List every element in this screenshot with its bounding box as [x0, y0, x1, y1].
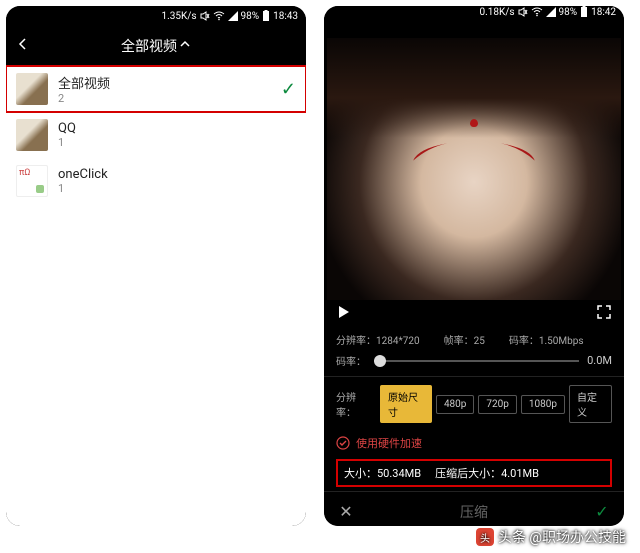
clock-text: 18:43: [273, 11, 298, 22]
resolution-chip[interactable]: 480p: [436, 395, 474, 414]
bitrate-slider[interactable]: [374, 360, 579, 362]
hw-accel-row[interactable]: 使用硬件加速: [324, 431, 624, 455]
check-icon: ✓: [281, 79, 296, 100]
back-icon[interactable]: [16, 37, 30, 55]
folder-thumb: [16, 73, 48, 105]
cancel-button[interactable]: ✕: [324, 502, 368, 521]
battery-text: 98%: [559, 7, 578, 18]
wifi-icon: [531, 7, 543, 17]
toutiao-icon: 头: [476, 528, 494, 546]
chevron-up-icon[interactable]: [179, 38, 191, 54]
mute-icon: [200, 11, 210, 21]
status-bar: 0.18K/s 98% 18:42: [324, 6, 624, 18]
fullscreen-icon[interactable]: [596, 304, 612, 324]
folder-name: oneClick: [58, 167, 296, 182]
editor-area: 分辨率：1284*720 帧率：25 码率：1.50Mbps 码率： 0.0M …: [324, 18, 624, 526]
folder-row[interactable]: oneClick 1: [6, 158, 306, 204]
video-preview: [324, 18, 624, 328]
play-icon[interactable]: [336, 304, 352, 324]
video-info: 分辨率：1284*720 帧率：25 码率：1.50Mbps: [324, 328, 624, 351]
bitrate-label: 码率：: [336, 353, 366, 368]
resolution-row: 分辨率： 原始尺寸 480p 720p 1080p 自定义: [324, 377, 624, 431]
folder-name: 全部视频: [58, 73, 271, 92]
mute-icon: [518, 7, 528, 17]
watermark: 头 头条 @职场办公技能: [476, 527, 626, 547]
resolution-chip[interactable]: 720p: [478, 395, 516, 414]
status-bar: 1.35K/s 98% 18:43: [6, 6, 306, 26]
signal-icon: [546, 7, 556, 17]
clock-text: 18:42: [591, 7, 616, 18]
header-bar: 全部视频: [6, 26, 306, 66]
folder-count: 1: [58, 182, 296, 195]
folder-list: 全部视频 2 ✓ QQ 1 oneClick 1: [6, 66, 306, 526]
battery-icon: [580, 6, 588, 18]
resolution-label: 分辨率：: [336, 389, 372, 419]
folder-thumb: [16, 165, 48, 197]
confirm-button[interactable]: ✓: [580, 502, 624, 521]
folder-row[interactable]: 全部视频 2 ✓: [6, 66, 306, 112]
folder-row[interactable]: QQ 1: [6, 112, 306, 158]
folder-count: 2: [58, 92, 271, 105]
battery-icon: [262, 10, 270, 22]
net-speed: 0.18K/s: [479, 7, 514, 18]
folder-name: QQ: [58, 121, 296, 136]
checkmark-circle-icon: [336, 436, 350, 450]
wifi-icon: [213, 11, 225, 21]
phone-right: 0.18K/s 98% 18:42: [324, 6, 624, 526]
size-info: 大小：50.34MB 压缩后大小：4.01MB: [336, 459, 612, 487]
bottom-bar: ✕ 压缩 ✓: [324, 491, 624, 526]
battery-text: 98%: [241, 11, 260, 22]
bitrate-value: 0.0M: [587, 354, 612, 367]
watermark-text: 头条 @职场办公技能: [498, 527, 626, 547]
net-speed: 1.35K/s: [161, 11, 196, 22]
hw-accel-label: 使用硬件加速: [356, 435, 422, 451]
video-frame[interactable]: [327, 38, 621, 300]
bitrate-slider-row: 码率： 0.0M: [324, 351, 624, 377]
signal-icon: [228, 11, 238, 21]
header-title[interactable]: 全部视频: [121, 36, 177, 56]
folder-thumb: [16, 119, 48, 151]
compress-button[interactable]: 压缩: [368, 502, 580, 522]
resolution-chip[interactable]: 自定义: [569, 385, 612, 423]
resolution-chip[interactable]: 1080p: [521, 395, 565, 414]
resolution-chip[interactable]: 原始尺寸: [380, 385, 432, 423]
phone-left: 1.35K/s 98% 18:43 全部视频 全部视频 2: [6, 6, 306, 526]
folder-count: 1: [58, 136, 296, 149]
